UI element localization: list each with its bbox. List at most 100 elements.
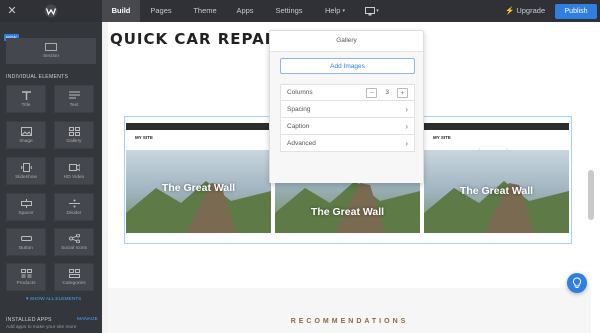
tile-label: Social Icons <box>61 245 87 251</box>
categories-icon <box>68 268 80 278</box>
top-bar: ✕ Build Pages Theme Apps Settings Help ▾… <box>0 0 600 22</box>
gallery-element-tile[interactable]: Gallery <box>54 121 94 149</box>
apps-description: Add apps to make your site more <box>6 325 77 330</box>
tab-apps[interactable]: Apps <box>231 0 259 22</box>
chevron-right-icon: › <box>405 121 408 131</box>
image-icon <box>20 126 32 136</box>
tile-label: Text <box>69 102 79 108</box>
products-icon <box>20 268 32 277</box>
increment-button[interactable]: + <box>397 87 408 98</box>
text-element-tile[interactable]: Text <box>54 85 94 113</box>
popover-body: Add Images Columns − 3 + Spacing › Capti… <box>270 52 423 183</box>
individual-elements-heading: INDIVIDUAL ELEMENTS <box>6 74 69 80</box>
tab-help[interactable]: Help ▾ <box>318 0 352 22</box>
button-element-tile[interactable]: Button <box>6 228 46 256</box>
thumb-header <box>126 130 271 150</box>
tab-build[interactable]: Build <box>102 0 140 22</box>
chevron-down-icon: ▾ <box>342 8 345 14</box>
advanced-row[interactable]: Advanced › <box>280 135 415 152</box>
gallery-caption: The Great Wall <box>161 182 236 194</box>
gallery-image[interactable]: MY SITE The Great Wall <box>424 123 569 233</box>
hd-video-element-tile[interactable]: HD Video <box>54 157 94 185</box>
chevron-right-icon: › <box>405 138 408 148</box>
tile-label: Divider <box>66 210 82 216</box>
next-section-background <box>108 288 591 333</box>
tab-pages[interactable]: Pages <box>146 0 176 22</box>
canvas-scrollbar[interactable] <box>588 170 594 220</box>
columns-label: Columns <box>287 89 313 96</box>
tile-label: Categories <box>62 280 86 286</box>
tab-theme[interactable]: Theme <box>188 0 222 22</box>
desktop-icon <box>365 6 376 15</box>
button-icon <box>20 235 32 241</box>
manage-apps-link[interactable]: MANAGE <box>77 317 98 322</box>
tile-label: Title <box>21 102 31 108</box>
divider-element-tile[interactable]: Divider <box>54 193 94 221</box>
upgrade-link[interactable]: ⚡ Upgrade <box>505 0 545 22</box>
section-icon <box>45 43 57 51</box>
text-icon <box>68 91 80 98</box>
site-title[interactable]: QUICK CAR REPAIRS <box>110 30 296 48</box>
tab-help-label: Help <box>325 6 341 15</box>
products-element-tile[interactable]: Products <box>6 263 46 291</box>
video-icon <box>68 163 80 171</box>
columns-value: 3 <box>385 89 389 96</box>
divider-icon <box>68 199 80 207</box>
row-label: Advanced <box>287 139 316 147</box>
editor-app: ✕ Build Pages Theme Apps Settings Help ▾… <box>0 0 600 333</box>
tile-label: Gallery <box>66 138 82 144</box>
title-element-tile[interactable]: Title <box>6 85 46 113</box>
section-element-tile[interactable]: Section <box>6 38 96 64</box>
slideshow-element-tile[interactable]: Slideshow <box>6 157 46 185</box>
weebly-logo-icon <box>44 4 58 18</box>
gallery-icon <box>68 126 80 136</box>
slideshow-icon <box>20 162 32 172</box>
show-all-label: SHOW ALL ELEMENTS <box>29 297 82 302</box>
row-label: Caption <box>287 122 310 130</box>
tile-label: Button <box>19 245 33 251</box>
popover-title: Gallery <box>336 37 357 44</box>
spacer-icon <box>20 198 32 208</box>
bolt-icon: ⚡ <box>505 6 515 15</box>
gallery-image[interactable]: MY SITE The Great Wall <box>126 123 271 233</box>
tile-label: Slideshow <box>15 174 37 180</box>
mountain-shape <box>424 181 569 233</box>
tile-label: Section <box>43 54 59 59</box>
gallery-caption: The Great Wall <box>459 185 534 197</box>
thumb-nav <box>424 123 569 130</box>
close-icon[interactable]: ✕ <box>6 5 18 17</box>
lightbulb-icon <box>572 277 582 288</box>
help-button[interactable] <box>567 273 587 293</box>
thumb-site-name: MY SITE <box>135 135 153 140</box>
chevron-right-icon: › <box>405 104 408 114</box>
tile-label: Spacer <box>18 210 34 216</box>
thumb-site-name: MY SITE <box>433 135 451 140</box>
gallery-settings-popover: Gallery Add Images Columns − 3 + Spacing… <box>269 30 424 183</box>
add-images-button[interactable]: Add Images <box>280 58 415 74</box>
tile-label: HD Video <box>63 174 85 180</box>
row-label: Spacing <box>287 105 311 113</box>
social-icons-element-tile[interactable]: Social Icons <box>54 228 94 256</box>
caption-row[interactable]: Caption › <box>280 118 415 135</box>
elements-sidebar: NEW Section INDIVIDUAL ELEMENTS Title Te… <box>0 22 102 333</box>
columns-stepper: − 3 + <box>366 87 408 98</box>
device-toggle[interactable]: ▾ <box>360 0 384 22</box>
share-icon <box>68 233 80 243</box>
chevron-down-icon: ▾ <box>376 8 379 14</box>
gallery-caption: The Great Wall <box>310 206 385 218</box>
show-all-elements-link[interactable]: ▾ SHOW ALL ELEMENTS <box>26 297 81 302</box>
upgrade-label: Upgrade <box>516 6 546 15</box>
categories-element-tile[interactable]: Categories <box>54 263 94 291</box>
thumb-nav <box>126 123 271 130</box>
installed-apps-heading: INSTALLED APPS <box>6 317 52 323</box>
decrement-button[interactable]: − <box>366 87 378 98</box>
tab-settings[interactable]: Settings <box>271 0 307 22</box>
columns-row: Columns − 3 + <box>280 84 415 101</box>
spacer-element-tile[interactable]: Spacer <box>6 193 46 221</box>
publish-button[interactable]: Publish <box>555 4 597 19</box>
tile-label: Products <box>16 280 36 286</box>
tile-label: Image <box>19 138 33 144</box>
recommendations-heading[interactable]: RECOMMENDATIONS <box>108 318 591 325</box>
spacing-row[interactable]: Spacing › <box>280 101 415 118</box>
image-element-tile[interactable]: Image <box>6 121 46 149</box>
